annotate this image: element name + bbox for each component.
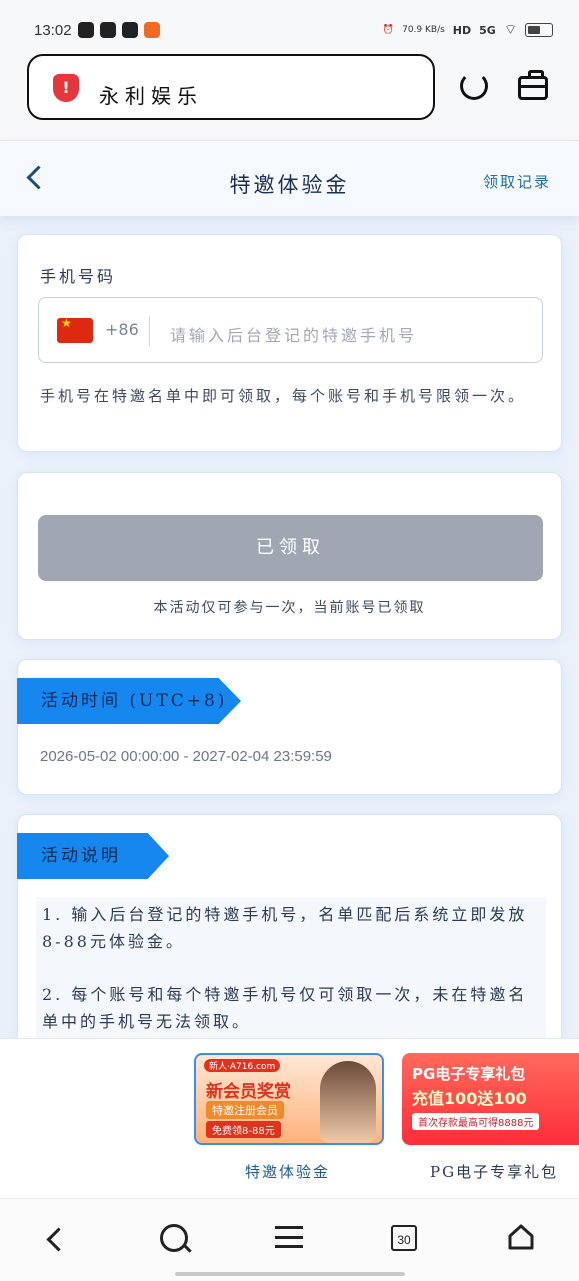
promo-meta: 首次存款最高可得8888元 [412, 1113, 540, 1130]
china-flag-icon[interactable] [57, 316, 93, 343]
promo-strip: 新人·A716.com 新会员奖赏 特邀注册会员 免费领8-88元 PG电子专享… [0, 1038, 579, 1199]
alarm-icon: ⏰ [382, 25, 395, 35]
promo-subtitle: 充值100送100 [412, 1089, 527, 1108]
phone-label: 手机号码 [40, 267, 117, 286]
rules-tag: 活动说明 [17, 833, 169, 879]
rules-card: 活动说明 1. 输入后台登记的特邀手机号，名单匹配后系统立即发放8-88元体验金… [17, 814, 562, 1038]
country-code[interactable]: +86 [105, 320, 139, 339]
url-title: 永利娱乐 [99, 84, 203, 108]
tabs-icon[interactable]: 30 [391, 1225, 417, 1251]
claim-note: 本活动仅可参与一次，当前账号已领取 [153, 600, 426, 616]
menu-icon[interactable] [275, 1226, 303, 1248]
browser-address-bar: ! 永利娱乐 [0, 52, 579, 141]
promo-model-image [320, 1061, 376, 1143]
wifi-icon: ⌔ [503, 22, 517, 38]
promo-meta: 免费领8-88元 [206, 1121, 281, 1138]
status-time: 13:02 [34, 22, 72, 39]
nav-back-icon[interactable] [46, 1227, 71, 1252]
records-link[interactable]: 领取记录 [483, 171, 551, 192]
status-right: ⏰ 70.9 KB/s HD 5G ⌔ [383, 21, 553, 39]
home-icon[interactable] [507, 1223, 535, 1251]
promo-subtitle: 特邀注册会员 [206, 1101, 284, 1119]
promo-title: 新会员奖赏 [206, 1082, 291, 1102]
main-content: 手机号码 +86 请输入后台登记的特邀手机号 手机号在特邀名单中即可领取，每个账… [0, 216, 579, 1038]
divider [149, 316, 150, 346]
promo-banner-newmember[interactable]: 新人·A716.com 新会员奖赏 特邀注册会员 免费领8-88元 [194, 1053, 384, 1145]
url-field[interactable]: ! 永利娱乐 [27, 54, 435, 120]
claimed-button[interactable]: 已领取 [38, 515, 543, 581]
security-warning-icon[interactable]: ! [53, 74, 79, 102]
period-range: 2026-05-02 00:00:00 - 2027-02-04 23:59:5… [40, 748, 332, 765]
promo-badge: 新人·A716.com [204, 1059, 281, 1072]
rule-item: 1. 输入后台登记的特邀手机号，名单匹配后系统立即发放8-88元体验金。 [42, 905, 528, 951]
battery-icon [525, 23, 553, 37]
phone-card: 手机号码 +86 请输入后台登记的特邀手机号 手机号在特邀名单中即可领取，每个账… [17, 234, 562, 452]
promo-title: PG电子专享礼包 [412, 1065, 526, 1083]
claim-card: 已领取 本活动仅可参与一次，当前账号已领取 [17, 472, 562, 640]
toolbox-icon[interactable] [518, 70, 548, 100]
page-header: 特邀体验金 领取记录 [0, 141, 579, 216]
app-icon [122, 22, 138, 38]
promo-banner-pg[interactable]: PG电子专享礼包 充值100送100 首次存款最高可得8888元 [402, 1053, 579, 1145]
hd-icon: HD [452, 23, 472, 37]
browser-nav-bar: 30 [0, 1198, 579, 1281]
signal-icon: 5G [479, 23, 496, 37]
search-icon[interactable] [160, 1224, 188, 1252]
net-speed: 70.9 KB/s [402, 25, 445, 35]
notification-icons [78, 22, 160, 38]
tiktok-icon [100, 22, 116, 38]
reload-icon[interactable] [460, 72, 488, 100]
phone-hint: 手机号在特邀名单中即可领取，每个账号和手机号限领一次。 [40, 387, 527, 405]
rule-item: 2. 每个账号和每个特邀手机号仅可领取一次，未在特邀名单中的手机号无法领取。 [42, 985, 528, 1031]
promo-label-pg[interactable]: PG电子专享礼包 [430, 1161, 558, 1182]
rules-list: 1. 输入后台登记的特邀手机号，名单匹配后系统立即发放8-88元体验金。 2. … [36, 897, 546, 1038]
phone-placeholder[interactable]: 请输入后台登记的特邀手机号 [170, 322, 417, 346]
home-indicator[interactable] [175, 1272, 405, 1276]
music-note-icon [78, 22, 94, 38]
status-bar: 13:02 ⏰ 70.9 KB/s HD 5G ⌔ [0, 0, 579, 52]
shopping-app-icon [144, 22, 160, 38]
promo-label-newmember[interactable]: 特邀体验金 [245, 1161, 330, 1182]
period-card: 活动时间 (UTC+8) 2026-05-02 00:00:00 - 2027-… [17, 659, 562, 795]
period-tag: 活动时间 (UTC+8) [17, 678, 241, 724]
phone-field[interactable]: +86 请输入后台登记的特邀手机号 [38, 297, 543, 363]
